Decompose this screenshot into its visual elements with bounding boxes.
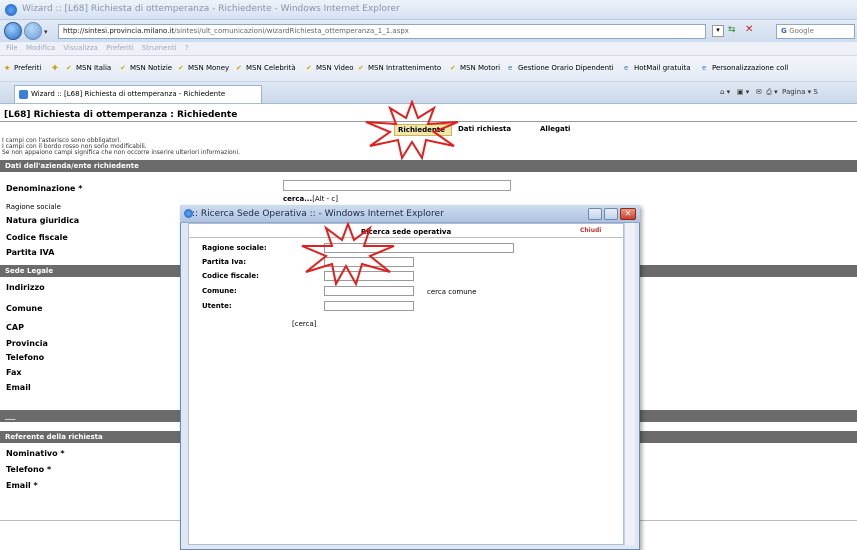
fav-msn-italia[interactable]: MSN Italia [76, 64, 111, 72]
stop-icon[interactable]: ✕ [745, 24, 753, 35]
label-nominativo: Nominativo * [6, 449, 65, 458]
mail-icon[interactable]: ✉ [756, 88, 762, 96]
favorites-star-icon: ★ [4, 64, 11, 72]
section-sede-legale-bar [640, 265, 857, 277]
ie-page-icon: e [702, 64, 707, 72]
label-fax: Fax [6, 368, 22, 377]
popup-utente-input[interactable] [324, 301, 414, 311]
favorites-label[interactable]: Preferiti [14, 64, 41, 72]
highlight-star-ragione-sociale [301, 222, 395, 286]
msn-icon: ✔ [66, 64, 72, 72]
label-telefono: Telefono [6, 353, 45, 362]
msn-icon: ✔ [306, 64, 312, 72]
section-sede-legale: Sede Legale [0, 265, 180, 277]
search-placeholder: Google [789, 27, 814, 35]
address-dropdown-icon[interactable]: ▾ [712, 25, 724, 37]
popup-scrollbar[interactable] [624, 223, 635, 545]
popup-label-codice-fiscale: Codice fiscale: [202, 272, 259, 280]
label-ragione-sociale: Ragione sociale [6, 203, 61, 211]
browser-titlebar: Wizard :: [L68] Richiesta di ottemperanz… [0, 0, 857, 20]
page-menu[interactable]: Pagina ▾ S [782, 88, 818, 96]
ie-logo-icon [5, 4, 17, 16]
page-icon [19, 90, 28, 99]
popup-cerca-button[interactable]: [cerca] [292, 320, 316, 328]
ie-logo-icon [184, 209, 193, 218]
history-dropdown-icon[interactable]: ▾ [44, 28, 48, 36]
close-window-button[interactable]: ✕ [620, 208, 636, 220]
section-blank-bar [640, 410, 857, 422]
back-button[interactable] [4, 22, 22, 40]
fav-msn-motori[interactable]: MSN Motori [460, 64, 500, 72]
popup-label-ragione-sociale: Ragione sociale: [202, 244, 267, 252]
address-bar[interactable]: http://sintesi.provincia.milano.it/sinte… [58, 24, 706, 39]
cerca-shortcut: [Alt - c] [312, 195, 338, 203]
label-natura-giuridica: Natura giuridica [6, 216, 80, 225]
ie-page-icon: e [508, 64, 513, 72]
refresh-icon[interactable]: ⇆ [728, 25, 736, 35]
popup-heading: Ricerca sede operativa [189, 226, 623, 238]
tab-wizard[interactable]: Wizard :: [L68] Richiesta di ottemperanz… [14, 85, 262, 103]
popup-comune-input[interactable] [324, 286, 414, 296]
fav-msn-notizie[interactable]: MSN Notizie [130, 64, 172, 72]
msn-icon: ✔ [358, 64, 364, 72]
step-dati-richiesta[interactable]: Dati richiesta [458, 125, 511, 133]
step-allegati[interactable]: Allegati [540, 125, 570, 133]
print-icon[interactable]: ⎙ ▾ [766, 88, 777, 96]
label-comune: Comune [6, 304, 43, 313]
popup-label-partita-iva: Partita Iva: [202, 258, 247, 266]
maximize-button[interactable] [604, 208, 618, 220]
fav-personalizzazione[interactable]: Personalizzazione coll [712, 64, 788, 72]
msn-icon: ✔ [120, 64, 126, 72]
fav-msn-intrattenimento[interactable]: MSN Intrattenimento [368, 64, 441, 72]
label-provincia: Provincia [6, 339, 48, 348]
address-path: /sintesi/ult_comunicazioni/wizardRichies… [174, 27, 409, 35]
label-email: Email [6, 383, 31, 392]
search-input[interactable]: G Google [776, 24, 855, 39]
forward-button[interactable] [24, 22, 42, 40]
cerca-link[interactable]: cerca...[Alt - c] [283, 195, 338, 203]
msn-icon: ✔ [450, 64, 456, 72]
command-bar: ⌂ ▾ ▣ ▾ ✉ ⎙ ▾ Pagina ▾ S [720, 88, 818, 97]
add-favorites-icon[interactable]: ✚ [52, 64, 58, 72]
msn-icon: ✔ [178, 64, 184, 72]
fav-msn-celebrita[interactable]: MSN Celebrità [246, 64, 296, 72]
chiudi-link[interactable]: Chiudi [580, 227, 601, 234]
menu-bar[interactable]: File Modifica Visualizza Preferiti Strum… [0, 42, 857, 56]
minimize-button[interactable] [588, 208, 602, 220]
section-referente-bar [640, 431, 857, 443]
highlight-star-steps [365, 100, 459, 160]
popup-label-comune: Comune: [202, 287, 237, 295]
form-notes: I campi con l'asterisco sono obbligatori… [0, 138, 241, 156]
ie-page-icon: e [624, 64, 629, 72]
label-partita-iva: Partita IVA [6, 248, 55, 257]
tab-title: Wizard :: [L68] Richiesta di ottemperanz… [31, 90, 226, 98]
fav-msn-video[interactable]: MSN Video [316, 64, 354, 72]
window-title: Wizard :: [L68] Richiesta di ottemperanz… [22, 4, 400, 14]
section-blank: ___ [0, 410, 180, 422]
address-host: http://sintesi.provincia.milano.it [63, 27, 175, 35]
cerca-comune-link[interactable]: cerca comune [427, 288, 476, 296]
label-denominazione: Denominazione * [6, 184, 83, 193]
label-email-referente: Email * [6, 481, 38, 490]
feeds-icon[interactable]: ▣ ▾ [737, 88, 749, 96]
label-cap: CAP [6, 323, 24, 332]
home-icon[interactable]: ⌂ ▾ [720, 88, 730, 96]
popup-title: :: Ricerca Sede Operativa :: - Windows I… [192, 209, 444, 219]
fav-gestione-orario[interactable]: Gestione Orario Dipendenti [518, 64, 614, 72]
cerca-link-text: cerca... [283, 195, 313, 203]
fav-msn-money[interactable]: MSN Money [188, 64, 229, 72]
note-line: Se non appaiono campi significa che non … [2, 149, 241, 156]
msn-icon: ✔ [236, 64, 242, 72]
label-codice-fiscale: Codice fiscale [6, 233, 68, 242]
fav-hotmail[interactable]: HotMail gratuita [634, 64, 691, 72]
section-azienda: Dati dell'azienda/ente richiedente [0, 160, 857, 172]
label-telefono-referente: Telefono * [6, 465, 52, 474]
page-title: [L68] Richiesta di ottemperanza : Richie… [4, 110, 238, 120]
section-referente: Referente della richiesta [0, 431, 180, 443]
popup-titlebar[interactable]: :: Ricerca Sede Operativa :: - Windows I… [180, 205, 640, 223]
label-indirizzo: Indirizzo [6, 283, 45, 292]
popup-label-utente: Utente: [202, 302, 232, 310]
denominazione-input[interactable] [283, 180, 511, 191]
favorites-bar: ★ Preferiti ✚ ✔ MSN Italia ✔ MSN Notizie… [0, 56, 857, 82]
